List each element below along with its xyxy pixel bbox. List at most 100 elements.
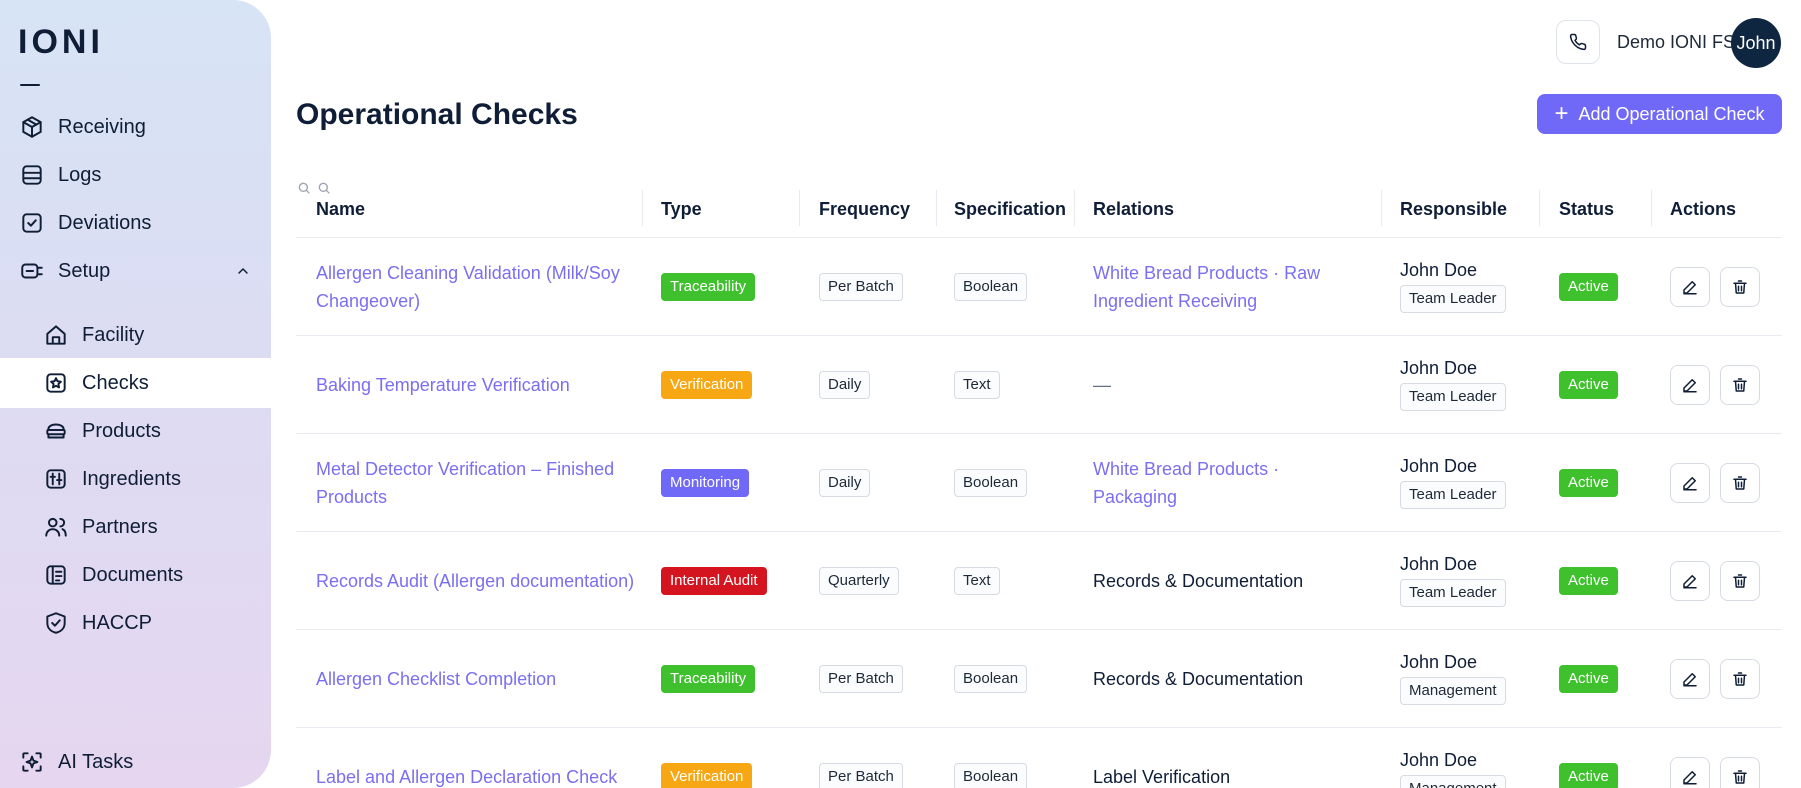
sidebar-item-label: Ingredients — [82, 467, 181, 490]
type-badge: Traceability — [661, 272, 756, 301]
column-separator — [1381, 190, 1382, 226]
plus-icon: + — [1554, 100, 1569, 127]
check-name-link[interactable]: Allergen Cleaning Validation (Milk/Soy C… — [316, 259, 636, 315]
sidebar-item-label: Receiving — [58, 115, 146, 138]
table-row[interactable]: Baking Temperature Verification Verificat… — [296, 336, 1782, 434]
status-badge: Active — [1559, 664, 1618, 693]
sidebar-item-label: Checks — [82, 371, 149, 394]
page-title: Operational Checks — [296, 98, 578, 131]
clipboard-check-icon — [18, 209, 46, 237]
sidebar-item-logs[interactable]: Logs — [0, 150, 271, 200]
sidebar-item-checks[interactable]: Checks — [0, 358, 271, 408]
phone-button[interactable] — [1556, 20, 1600, 64]
sidebar-item-ai-tasks[interactable]: AI Tasks — [0, 737, 271, 787]
search-icon[interactable] — [296, 180, 312, 196]
sidebar-item-deviations[interactable]: Deviations — [0, 198, 271, 248]
sidebar-item-facility[interactable]: Facility — [0, 310, 271, 360]
table-row[interactable]: Label and Allergen Declaration Check Veri… — [296, 728, 1782, 788]
relation-separator: · — [1268, 262, 1285, 283]
phone-icon — [1569, 33, 1587, 51]
sidebar-item-partners[interactable]: Partners — [0, 502, 271, 552]
sidebar-item-documents[interactable]: Documents — [0, 550, 271, 600]
relation-link[interactable]: Packaging — [1093, 487, 1177, 507]
responsible-role-tag: Team Leader — [1400, 383, 1506, 411]
responsible-role-tag: Management — [1400, 677, 1506, 705]
check-name-link[interactable]: Allergen Checklist Completion — [316, 665, 636, 693]
table-row[interactable]: Allergen Checklist Completion Traceabilit… — [296, 630, 1782, 728]
check-name-link[interactable]: Label and Allergen Declaration Check — [316, 763, 636, 788]
relation-link[interactable]: White Bread Products — [1093, 459, 1268, 479]
relations: Records & Documentation — [1093, 665, 1353, 693]
database-icon — [18, 161, 46, 189]
delete-button[interactable] — [1720, 462, 1760, 503]
column-header-type[interactable]: Type — [661, 180, 702, 238]
specification-tag: Boolean — [954, 272, 1028, 301]
package-icon — [18, 113, 46, 141]
column-header-relations[interactable]: Relations — [1093, 180, 1174, 238]
edit-button[interactable] — [1670, 364, 1710, 405]
sidebar-item-ingredients[interactable]: Ingredients — [0, 454, 271, 504]
responsible-name: John Doe — [1400, 260, 1478, 280]
responsible-name: John Doe — [1400, 456, 1478, 476]
trash-icon — [1733, 671, 1747, 686]
sidebar-item-setup[interactable]: Setup — [0, 246, 271, 296]
delete-button[interactable] — [1720, 266, 1760, 307]
responsible-role-tag: Management — [1400, 775, 1506, 788]
frequency-tag: Per Batch — [819, 762, 903, 788]
table-row[interactable]: Metal Detector Verification – Finished P… — [296, 434, 1782, 532]
scrolled-item-fragment — [20, 84, 40, 86]
edit-button[interactable] — [1670, 462, 1710, 503]
check-name-link[interactable]: Records Audit (Allergen documentation) — [316, 567, 636, 595]
sidebar-item-label: Documents — [82, 563, 184, 586]
delete-button[interactable] — [1720, 756, 1760, 788]
column-separator — [1074, 190, 1075, 226]
relations: White Bread Products · Packaging — [1093, 455, 1353, 511]
delete-button[interactable] — [1720, 560, 1760, 601]
sidebar-item-label: AI Tasks — [58, 750, 134, 773]
edit-button[interactable] — [1670, 266, 1710, 307]
column-separator — [1539, 190, 1540, 226]
check-name-link[interactable]: Metal Detector Verification – Finished P… — [316, 455, 636, 511]
column-header-specification[interactable]: Specification — [954, 180, 1066, 238]
table-row[interactable]: Records Audit (Allergen documentation) In… — [296, 532, 1782, 630]
sidebar-item-label: Partners — [82, 515, 158, 538]
add-button-label: Add Operational Check — [1578, 103, 1765, 124]
responsible-role-tag: Team Leader — [1400, 579, 1506, 607]
home-icon — [42, 321, 70, 349]
delete-button[interactable] — [1720, 364, 1760, 405]
responsible-role-tag: Team Leader — [1400, 285, 1506, 313]
column-header-responsible[interactable]: Responsible — [1400, 180, 1507, 238]
type-badge: Verification — [661, 762, 753, 788]
sidebar-item-label: Facility — [82, 323, 145, 346]
specification-tag: Boolean — [954, 762, 1028, 788]
type-badge: Verification — [661, 370, 753, 399]
table-row[interactable]: Allergen Cleaning Validation (Milk/Soy C… — [296, 238, 1782, 336]
user-avatar[interactable]: John — [1731, 18, 1781, 68]
pencil-icon — [1683, 280, 1697, 294]
delete-button[interactable] — [1720, 658, 1760, 699]
edit-button[interactable] — [1670, 756, 1710, 788]
table-body: Allergen Cleaning Validation (Milk/Soy C… — [296, 238, 1782, 788]
status-badge: Active — [1559, 468, 1618, 497]
trash-icon — [1733, 377, 1747, 392]
edit-button[interactable] — [1670, 560, 1710, 601]
sidebar-item-products[interactable]: Products — [0, 406, 271, 456]
column-header-name[interactable]: Name — [316, 180, 365, 238]
relation-link[interactable]: White Bread Products — [1093, 263, 1268, 283]
sidebar-item-receiving[interactable]: Receiving — [0, 102, 271, 152]
frequency-tag: Per Batch — [819, 272, 903, 301]
chevron-up-icon[interactable] — [235, 263, 251, 284]
frequency-tag: Daily — [819, 370, 871, 399]
column-header-status[interactable]: Status — [1559, 180, 1614, 238]
check-name-link[interactable]: Baking Temperature Verification — [316, 371, 636, 399]
organization-name[interactable]: Demo IONI FS — [1617, 32, 1735, 53]
column-header-frequency[interactable]: Frequency — [819, 180, 910, 238]
sidebar-item-haccp[interactable]: HACCP — [0, 598, 271, 648]
relation-separator: · — [1268, 458, 1280, 479]
add-operational-check-button[interactable]: + Add Operational Check — [1537, 94, 1782, 134]
sidebar-item-label: Products — [82, 419, 161, 442]
app-logo[interactable]: IONI — [18, 23, 104, 61]
bread-icon — [42, 417, 70, 445]
column-separator — [936, 190, 937, 226]
edit-button[interactable] — [1670, 658, 1710, 699]
